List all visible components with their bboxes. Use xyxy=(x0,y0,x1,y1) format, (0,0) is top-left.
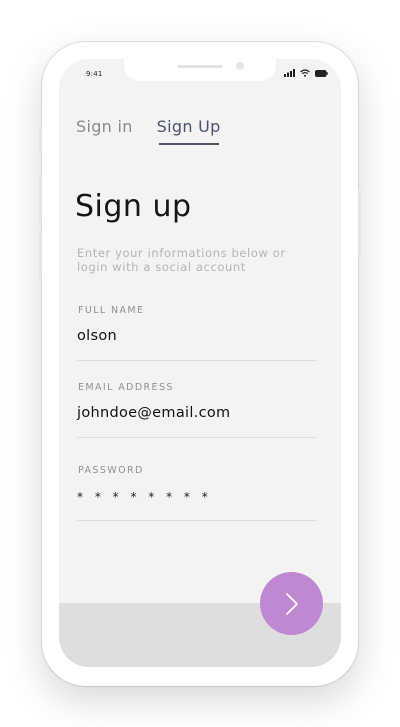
phone-side-button xyxy=(39,232,42,278)
phone-side-button xyxy=(39,176,42,222)
password-input[interactable]: * * * * * * * * xyxy=(77,490,317,504)
battery-icon xyxy=(315,69,328,77)
app-screen: 9:41 Sign in Sign Up Sign up Enter your … xyxy=(59,59,341,667)
full-name-field[interactable]: FULL NAME olson xyxy=(77,305,317,361)
password-field[interactable]: PASSWORD * * * * * * * * xyxy=(77,465,317,521)
tab-sign-in[interactable]: Sign in xyxy=(76,117,133,136)
chevron-right-icon xyxy=(285,592,298,615)
speaker-grille xyxy=(177,65,223,68)
email-label: EMAIL ADDRESS xyxy=(78,382,174,393)
phone-side-button xyxy=(39,128,42,152)
signal-icon xyxy=(284,69,295,77)
front-camera xyxy=(236,62,244,70)
wifi-icon xyxy=(300,69,310,77)
full-name-underline xyxy=(77,360,317,361)
tab-sign-up[interactable]: Sign Up xyxy=(157,117,221,145)
next-button[interactable] xyxy=(260,572,323,635)
auth-tabs: Sign in Sign Up xyxy=(76,117,221,145)
password-label: PASSWORD xyxy=(78,465,144,476)
status-time: 9:41 xyxy=(86,70,103,78)
page-title: Sign up xyxy=(75,189,192,224)
status-icons xyxy=(284,69,328,77)
email-input[interactable]: johndoe@email.com xyxy=(77,405,317,421)
phone-side-button xyxy=(358,188,361,258)
page-subtitle: Enter your informations below or login w… xyxy=(77,246,286,274)
full-name-input[interactable]: olson xyxy=(77,328,317,344)
email-field[interactable]: EMAIL ADDRESS johndoe@email.com xyxy=(77,382,317,438)
password-underline xyxy=(77,520,317,521)
email-underline xyxy=(77,437,317,438)
full-name-label: FULL NAME xyxy=(78,305,145,316)
phone-notch xyxy=(124,59,276,81)
